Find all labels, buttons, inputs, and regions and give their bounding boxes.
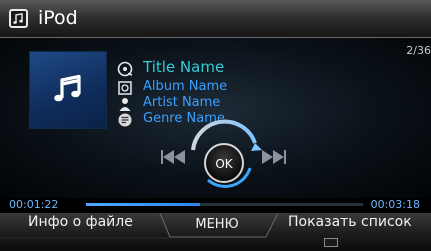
previous-track-button[interactable] [161, 150, 185, 164]
ok-button[interactable]: OK [204, 143, 244, 183]
progress-fill [86, 203, 200, 206]
transport-controls: OK [161, 119, 286, 188]
progress-bar[interactable] [86, 203, 363, 206]
usb-icon [324, 238, 338, 247]
total-time: 00:03:18 [370, 198, 420, 211]
next-track-button[interactable] [262, 150, 286, 164]
menu-button[interactable]: МЕНЮ [173, 213, 261, 237]
ok-label: OK [215, 157, 233, 171]
elapsed-time: 00:01:22 [9, 198, 59, 211]
show-list-button[interactable]: Показать список [288, 214, 412, 230]
file-info-button[interactable]: Инфо о файле [28, 214, 133, 230]
